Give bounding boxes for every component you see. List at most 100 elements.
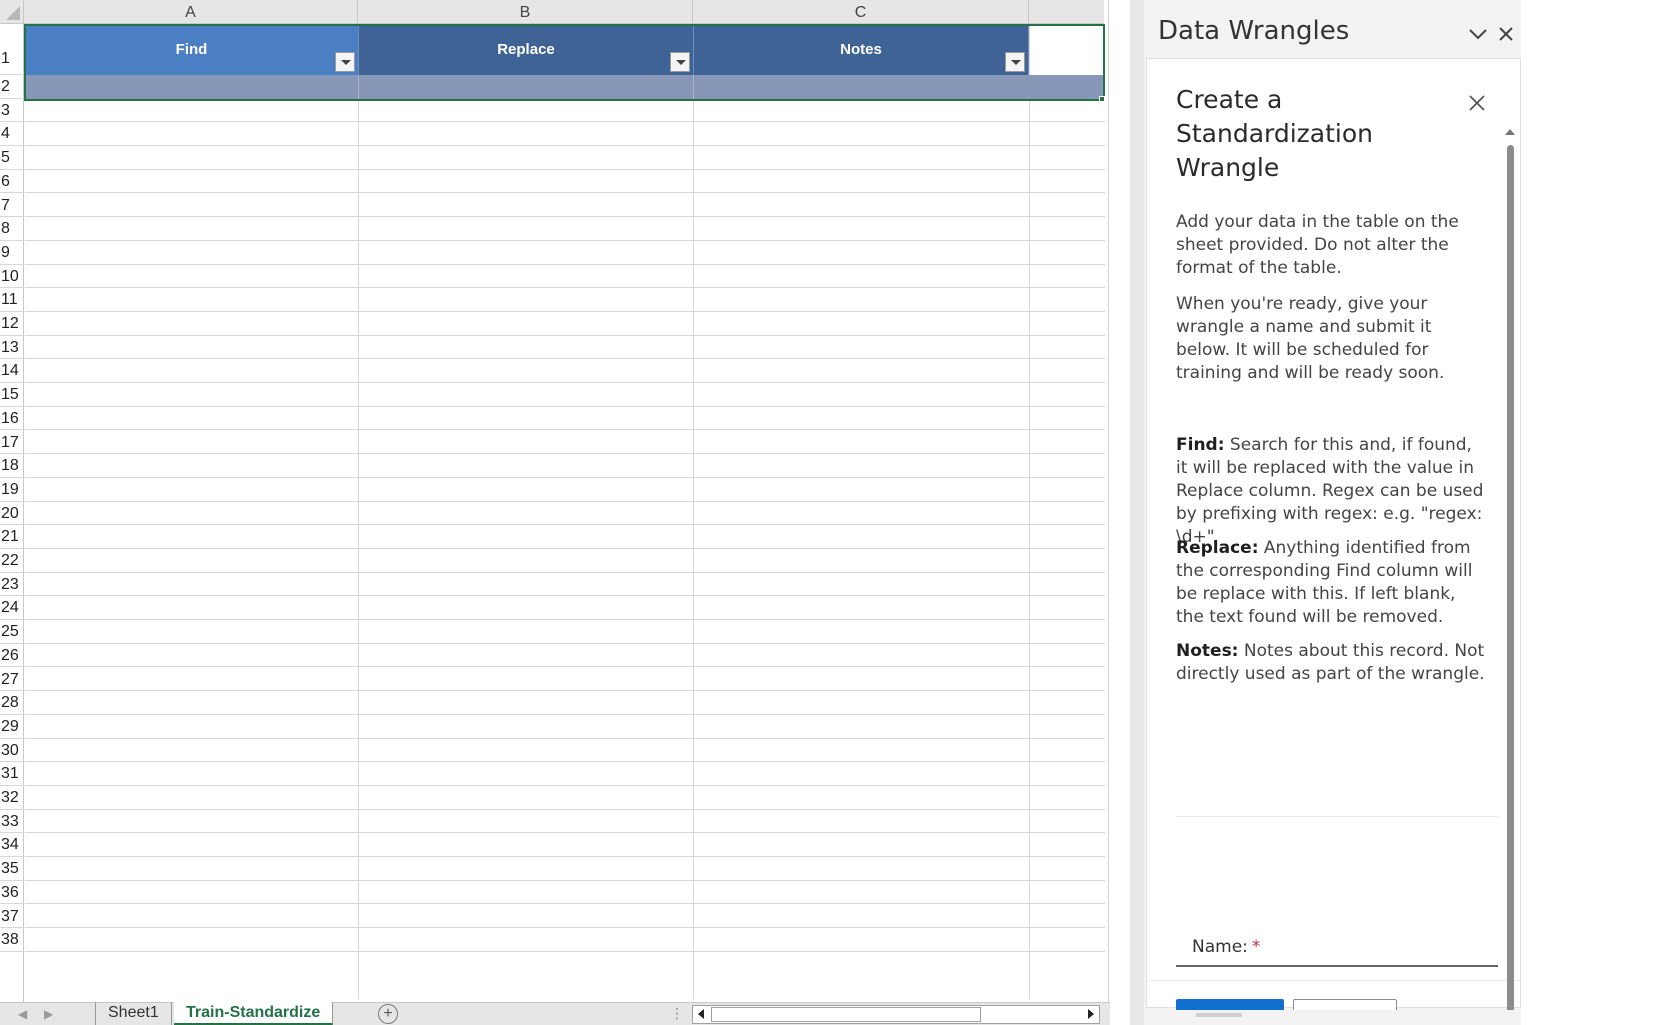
grid-row[interactable] xyxy=(25,691,1105,715)
grid-row[interactable] xyxy=(25,762,1105,786)
grid-row[interactable] xyxy=(25,620,1105,644)
row-header[interactable]: 38 xyxy=(0,928,24,952)
name-field[interactable]: Name: * xyxy=(1176,929,1498,967)
grid-row[interactable] xyxy=(25,668,1105,692)
grid-row[interactable] xyxy=(25,549,1105,573)
row-header[interactable]: 19 xyxy=(0,478,24,502)
row-header[interactable]: 22 xyxy=(0,549,24,573)
column-header-b[interactable]: B xyxy=(358,0,693,24)
row-header[interactable]: 33 xyxy=(0,810,24,834)
row-header[interactable]: 28 xyxy=(0,691,24,715)
grid-row[interactable] xyxy=(25,525,1105,549)
row-header[interactable]: 27 xyxy=(0,668,24,692)
grid-row[interactable] xyxy=(25,715,1105,739)
find-label: Find: xyxy=(1176,435,1225,455)
row-header[interactable]: 24 xyxy=(0,596,24,621)
grid-row[interactable] xyxy=(25,265,1105,289)
grid-row[interactable] xyxy=(25,217,1105,241)
sheet-tab-train-standardize[interactable]: Train-Standardize xyxy=(174,1002,334,1025)
pane-scrollbar[interactable] xyxy=(1503,129,1517,1025)
card-title: Create a Standardization Wrangle xyxy=(1176,85,1374,182)
grid-row[interactable] xyxy=(25,288,1105,312)
grid-row[interactable] xyxy=(25,359,1105,384)
splitter-handle-icon[interactable]: ⋮ xyxy=(670,1005,684,1022)
row-header[interactable]: 15 xyxy=(0,383,24,407)
chevron-down-icon[interactable] xyxy=(1466,24,1490,44)
grid-row[interactable] xyxy=(25,928,1105,952)
row-header[interactable]: 11 xyxy=(0,288,24,312)
cell-grid[interactable] xyxy=(25,24,1105,999)
grid-row[interactable] xyxy=(25,454,1105,478)
row-header[interactable]: 6 xyxy=(0,170,24,194)
grid-row[interactable] xyxy=(25,786,1105,810)
row-header[interactable]: 34 xyxy=(0,833,24,858)
row-header[interactable]: 21 xyxy=(0,525,24,549)
row-header[interactable]: 7 xyxy=(0,194,24,218)
grid-row[interactable] xyxy=(25,170,1105,194)
row-header[interactable]: 23 xyxy=(0,573,24,597)
row-header[interactable]: 30 xyxy=(0,739,24,763)
row-header[interactable]: 18 xyxy=(0,454,24,478)
next-sheet-icon[interactable]: ▶ xyxy=(44,1007,53,1021)
row-header[interactable]: 20 xyxy=(0,502,24,526)
grid-row[interactable] xyxy=(25,122,1105,147)
row-header[interactable]: 37 xyxy=(0,905,24,929)
column-header-c[interactable]: C xyxy=(693,0,1029,24)
grid-row[interactable] xyxy=(25,431,1105,455)
row-header[interactable]: 3 xyxy=(0,99,24,123)
grid-row[interactable] xyxy=(25,383,1105,407)
grid-row[interactable] xyxy=(25,502,1105,526)
row-headers: 1 2 3 4 5 6 7 8 9 10 11 12 13 14 15 16 17 18 19 20 21 22 23 24 2… xyxy=(0,24,24,1004)
close-icon[interactable] xyxy=(1467,93,1487,113)
grid-row[interactable] xyxy=(25,810,1105,834)
row-header[interactable]: 5 xyxy=(0,146,24,170)
row-header[interactable]: 36 xyxy=(0,881,24,905)
grid-row[interactable] xyxy=(25,596,1105,621)
grid-row[interactable] xyxy=(25,573,1105,597)
grid-row[interactable] xyxy=(25,312,1105,336)
pane-scroll-thumb[interactable] xyxy=(1507,145,1514,1020)
grid-row[interactable] xyxy=(25,644,1105,668)
grid-row[interactable] xyxy=(25,739,1105,763)
grid-row[interactable] xyxy=(25,194,1105,218)
row-header[interactable]: 9 xyxy=(0,241,24,265)
row-header[interactable]: 17 xyxy=(0,431,24,455)
row-header[interactable]: 16 xyxy=(0,407,24,431)
fill-handle[interactable] xyxy=(1099,96,1105,102)
horizontal-scrollbar[interactable] xyxy=(692,1005,1100,1024)
row-header[interactable]: 4 xyxy=(0,122,24,147)
row-header[interactable]: 13 xyxy=(0,336,24,360)
name-input[interactable] xyxy=(1276,933,1486,961)
close-icon[interactable] xyxy=(1494,22,1518,46)
select-all-corner[interactable] xyxy=(0,0,24,24)
row-header[interactable]: 12 xyxy=(0,312,24,336)
prev-sheet-icon[interactable]: ◀ xyxy=(18,1007,27,1021)
row-header[interactable]: 35 xyxy=(0,857,24,881)
row-header[interactable]: 2 xyxy=(0,75,24,99)
grid-row[interactable] xyxy=(25,146,1105,170)
add-sheet-icon[interactable]: + xyxy=(378,1004,398,1024)
grid-row[interactable] xyxy=(25,833,1105,858)
horizontal-scroll-thumb[interactable] xyxy=(711,1007,981,1022)
grid-row[interactable] xyxy=(25,407,1105,431)
row-header[interactable]: 14 xyxy=(0,359,24,384)
grid-row[interactable] xyxy=(25,336,1105,360)
column-header-a[interactable]: A xyxy=(24,0,358,24)
vertical-scrollbar[interactable] xyxy=(1108,0,1110,1004)
grid-row[interactable] xyxy=(25,905,1105,929)
row-header[interactable]: 32 xyxy=(0,786,24,810)
row-header[interactable]: 26 xyxy=(0,644,24,668)
row-header[interactable]: 31 xyxy=(0,762,24,786)
grid-row[interactable] xyxy=(25,478,1105,502)
grid-row[interactable] xyxy=(25,881,1105,905)
sheet-tab-sheet1[interactable]: Sheet1 xyxy=(95,1002,172,1025)
grid-row[interactable] xyxy=(25,241,1105,265)
footer-divider xyxy=(1147,980,1522,981)
row-header[interactable]: 25 xyxy=(0,620,24,644)
grid-row[interactable] xyxy=(25,99,1105,123)
row-header[interactable]: 10 xyxy=(0,265,24,289)
grid-row[interactable] xyxy=(25,857,1105,881)
row-header[interactable]: 1 xyxy=(0,24,24,75)
row-header[interactable]: 8 xyxy=(0,217,24,241)
row-header[interactable]: 29 xyxy=(0,715,24,739)
